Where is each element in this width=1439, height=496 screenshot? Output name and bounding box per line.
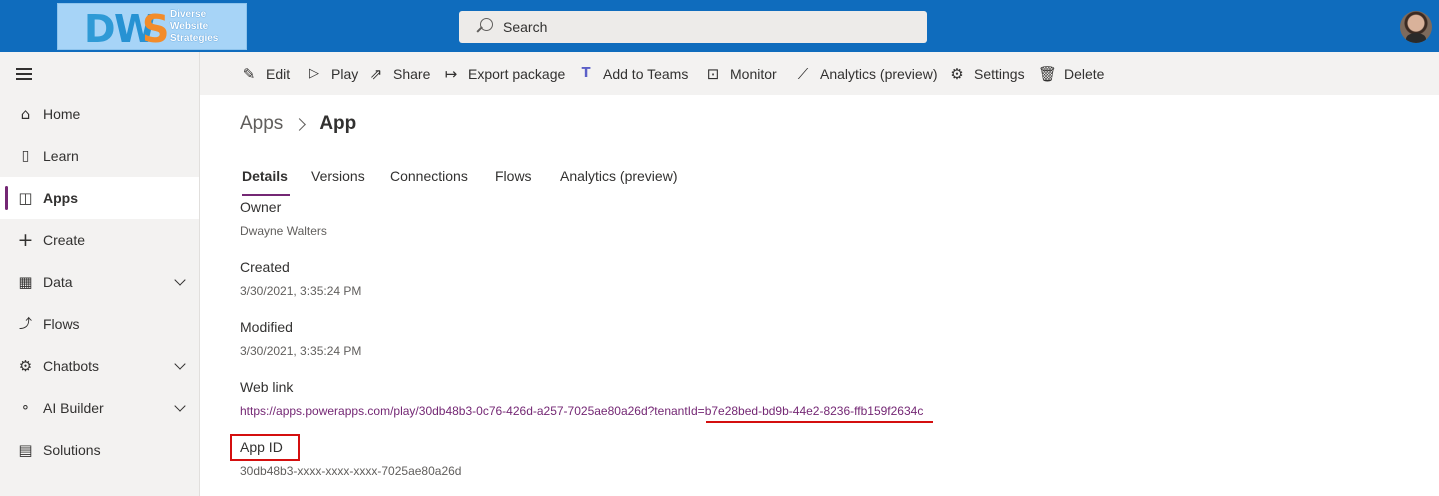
chevron-down-icon[interactable] <box>174 402 186 414</box>
sidebar-item-home[interactable]: ⌂ Home <box>0 93 199 135</box>
play-button[interactable]: ▷ Play <box>305 52 358 95</box>
plus-icon: + <box>17 228 34 251</box>
breadcrumb-apps-link[interactable]: Apps <box>240 113 283 135</box>
add-to-teams-label: Add to Teams <box>603 65 689 82</box>
search-icon <box>475 18 493 36</box>
app-id-label: App ID <box>240 439 283 455</box>
tab-versions[interactable]: Versions <box>311 165 365 187</box>
play-icon: ▷ <box>309 65 319 81</box>
sidebar-item-flows[interactable]: ⤴ Flows <box>0 303 199 345</box>
play-label: Play <box>331 65 359 82</box>
chevron-right-icon <box>293 117 307 131</box>
logo-line: Diverse <box>170 8 207 20</box>
sidebar-item-learn[interactable]: ▯ Learn <box>0 135 199 177</box>
search-placeholder: Search <box>503 19 548 35</box>
monitor-button[interactable]: ⊡ Monitor <box>704 52 777 95</box>
flow-icon: ⤴ <box>18 316 32 332</box>
ai-builder-icon: ⚬ <box>20 400 31 416</box>
sidebar-item-solutions[interactable]: ▤ Solutions <box>0 429 199 471</box>
user-avatar[interactable] <box>1400 11 1432 43</box>
web-link-label: Web link <box>240 379 294 395</box>
created-value: 3/30/2021, 3:35:24 PM <box>240 284 362 298</box>
trash-icon: 🗑 <box>1038 64 1058 83</box>
bot-icon: ⚙ <box>18 356 33 375</box>
top-header: DWS Diverse Website Strategies Search <box>0 0 1439 52</box>
export-icon: ↦ <box>444 64 458 83</box>
add-to-teams-button[interactable]: T Add to Teams <box>577 52 689 95</box>
teams-icon: T <box>581 65 591 81</box>
monitor-label: Monitor <box>730 65 777 82</box>
modified-value: 3/30/2021, 3:35:24 PM <box>240 344 362 358</box>
sidebar-item-label: Learn <box>43 148 79 164</box>
tab-analytics[interactable]: Analytics (preview) <box>560 165 677 187</box>
share-label: Share <box>393 65 431 82</box>
hamburger-menu-icon[interactable] <box>16 68 32 80</box>
page-title: App <box>319 113 357 134</box>
app-id-value: 30db48b3-xxxx-xxxx-xxxx-7025ae80a26d <box>240 464 462 478</box>
tab-connections[interactable]: Connections <box>390 165 468 187</box>
edit-label: Edit <box>266 65 291 82</box>
sidebar-item-label: Solutions <box>43 442 101 458</box>
apps-icon: ◫ <box>18 188 33 207</box>
share-icon: ⇗ <box>369 64 383 83</box>
tab-flows[interactable]: Flows <box>495 165 532 187</box>
left-nav: ⌂ Home ▯ Learn ◫ Apps + Create ▦ Data ⤴ … <box>0 52 200 496</box>
breadcrumb: Apps App <box>240 113 356 135</box>
gear-icon: ⚙ <box>950 64 964 83</box>
settings-button[interactable]: ⚙ Settings <box>948 52 1025 95</box>
book-icon: ▯ <box>21 147 30 164</box>
tenant-id-highlight-underline <box>706 421 933 423</box>
analytics-label: Analytics (preview) <box>820 65 938 82</box>
owner-value: Dwayne Walters <box>240 224 327 238</box>
web-link[interactable]: https://apps.powerapps.com/play/30db48b3… <box>240 404 923 418</box>
analytics-button[interactable]: ⟋ Analytics (preview) <box>794 52 938 95</box>
logo-line: Website <box>170 20 209 32</box>
export-label: Export package <box>468 65 566 82</box>
analytics-icon: ⟋ <box>797 64 809 83</box>
sidebar-item-apps[interactable]: ◫ Apps <box>0 177 199 219</box>
edit-button[interactable]: ✎ Edit <box>240 52 290 95</box>
sidebar-item-chatbots[interactable]: ⚙ Chatbots <box>0 345 199 387</box>
pencil-icon: ✎ <box>242 64 256 83</box>
modified-label: Modified <box>240 319 293 335</box>
logo-mark: DWS <box>84 6 169 51</box>
sidebar-item-create[interactable]: + Create <box>0 219 199 261</box>
sidebar-item-label: Apps <box>43 190 78 206</box>
chevron-down-icon[interactable] <box>174 276 186 288</box>
search-box[interactable]: Search <box>459 11 927 43</box>
solutions-icon: ▤ <box>18 440 33 459</box>
company-logo[interactable]: DWS Diverse Website Strategies <box>57 3 247 50</box>
sidebar-item-data[interactable]: ▦ Data <box>0 261 199 303</box>
settings-label: Settings <box>974 65 1025 82</box>
sidebar-item-label: Home <box>43 106 81 122</box>
chevron-down-icon[interactable] <box>174 360 186 372</box>
command-bar: ✎ Edit ▷ Play ⇗ Share ↦ Export package T… <box>200 52 1439 95</box>
created-label: Created <box>240 259 290 275</box>
tab-details[interactable]: Details <box>242 165 290 196</box>
delete-label: Delete <box>1064 65 1105 82</box>
monitor-icon: ⊡ <box>706 64 720 83</box>
logo-line: Strategies <box>170 32 219 44</box>
share-button[interactable]: ⇗ Share <box>367 52 431 95</box>
table-icon: ▦ <box>18 272 33 291</box>
sidebar-item-label: Chatbots <box>43 358 100 374</box>
sidebar-item-label: Create <box>43 232 86 248</box>
sidebar-item-label: Flows <box>43 316 80 332</box>
sidebar-item-label: AI Builder <box>43 400 104 416</box>
delete-button[interactable]: 🗑 Delete <box>1038 52 1104 95</box>
home-icon: ⌂ <box>20 104 31 123</box>
sidebar-item-label: Data <box>43 274 73 290</box>
export-package-button[interactable]: ↦ Export package <box>442 52 566 95</box>
sidebar-item-ai-builder[interactable]: ⚬ AI Builder <box>0 387 199 429</box>
logo-text: Diverse Website Strategies <box>170 9 218 45</box>
owner-label: Owner <box>240 199 282 215</box>
